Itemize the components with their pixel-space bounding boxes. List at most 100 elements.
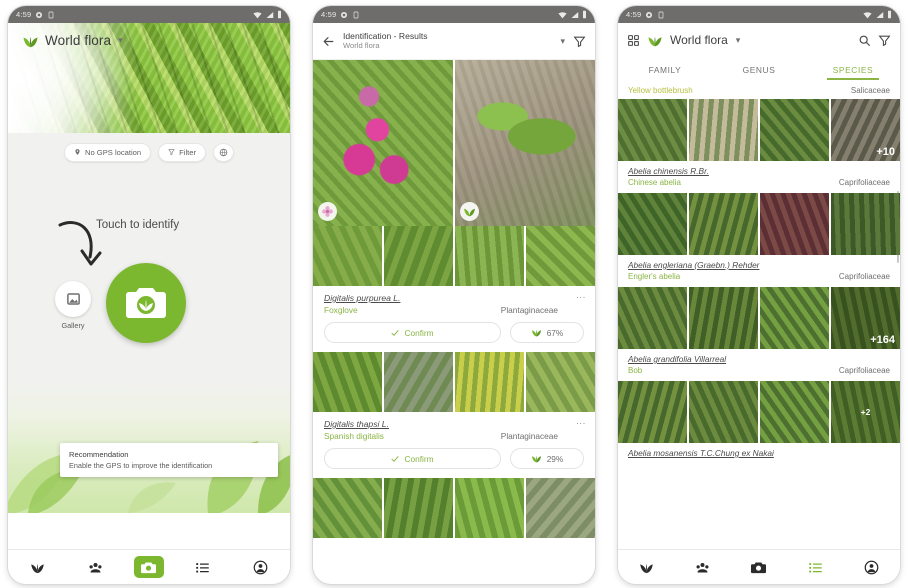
thumbnail[interactable]: [526, 352, 595, 412]
app-icon: [49, 11, 54, 18]
account-icon: [253, 560, 268, 574]
thumbnail[interactable]: [455, 478, 524, 538]
result-family: Plantaginaceae: [500, 431, 558, 441]
thumbnail[interactable]: [313, 478, 382, 538]
species-image[interactable]: [689, 287, 758, 349]
thumbnail[interactable]: [455, 352, 524, 412]
brand-title: World flora: [670, 33, 728, 47]
thumbnail[interactable]: [526, 478, 595, 538]
confirm-button[interactable]: Confirm: [324, 448, 501, 469]
thumbnail[interactable]: [313, 226, 382, 286]
recommendation-snackbar[interactable]: Recommendation Enable the GPS to improve…: [60, 443, 278, 477]
plant-logo-icon: [23, 36, 38, 47]
back-arrow-icon[interactable]: [322, 35, 335, 48]
nav-profile-tab[interactable]: [852, 554, 892, 580]
plant-logo-icon: [648, 36, 662, 46]
location-pin-icon: [75, 149, 80, 155]
thumbnail[interactable]: [384, 478, 453, 538]
result-scientific-name[interactable]: Digitalis thapsi L.: [324, 419, 389, 429]
nav-list-tab[interactable]: [795, 554, 835, 580]
nav-profile-tab[interactable]: [241, 554, 281, 580]
thumbnail[interactable]: [384, 352, 453, 412]
species-image[interactable]: [689, 193, 758, 255]
species-image[interactable]: [689, 381, 758, 443]
species-meta-row: Engler's abelia Caprifoliaceae: [628, 272, 890, 281]
tab-family[interactable]: FAMILY: [618, 65, 712, 75]
nav-list-tab[interactable]: [182, 554, 222, 580]
gallery-button[interactable]: Gallery: [55, 281, 91, 330]
species-image-row: +10: [618, 99, 900, 161]
nav-community-tab[interactable]: [683, 554, 723, 580]
world-chip[interactable]: [213, 142, 234, 162]
brand-row[interactable]: World flora ▾: [22, 33, 123, 48]
tab-species[interactable]: SPECIES: [806, 65, 900, 80]
camera-button[interactable]: [106, 263, 186, 343]
results-top-bar: Identification - Results World flora ▾: [313, 23, 595, 60]
species-image[interactable]: [760, 381, 829, 443]
nav-community-tab[interactable]: [76, 554, 116, 580]
plant-icon: [639, 563, 653, 573]
species-item[interactable]: +2 Abelia mosanensis T.C.Chung ex Nakai: [618, 381, 900, 464]
species-item[interactable]: +164 Abelia grandifolia Villarreal Bob C…: [618, 287, 900, 381]
result-action-row: Confirm 29%: [324, 448, 584, 469]
species-image[interactable]: [760, 287, 829, 349]
grid-icon[interactable]: [627, 34, 640, 47]
chevron-down-icon[interactable]: ▾: [736, 35, 741, 46]
confirm-label: Confirm: [404, 453, 434, 464]
species-image[interactable]: +164: [831, 287, 900, 349]
species-common-name: Engler's abelia: [628, 272, 681, 281]
species-scientific-name[interactable]: Abelia engleriana (Graebn.) Rehder: [628, 260, 890, 270]
status-bar-right: [253, 10, 282, 19]
query-photo-flower[interactable]: [313, 60, 453, 226]
species-text: Abelia grandifolia Villarreal Bob Caprif…: [618, 349, 900, 381]
nav-camera-tab[interactable]: [133, 556, 164, 578]
species-scientific-name[interactable]: Abelia chinensis R.Br.: [628, 166, 890, 176]
result-head: Digitalis purpurea L. ⋮: [324, 293, 586, 303]
species-scientific-name[interactable]: Abelia mosanensis T.C.Chung ex Nakai: [628, 448, 890, 458]
leaf-icon: [464, 208, 475, 217]
species-image[interactable]: [689, 99, 758, 161]
chevron-down-icon[interactable]: ▾: [560, 36, 565, 47]
thumbnail[interactable]: [455, 226, 524, 286]
species-family: Caprifoliaceae: [838, 272, 890, 281]
overflow-menu-icon[interactable]: ⋮: [576, 419, 586, 428]
filter-chip[interactable]: Filter: [158, 142, 206, 162]
thumbnail[interactable]: [313, 352, 382, 412]
species-image[interactable]: [831, 193, 900, 255]
species-image[interactable]: [618, 381, 687, 443]
score-badge[interactable]: 29%: [510, 448, 584, 469]
species-family: Caprifoliaceae: [838, 366, 890, 375]
tab-genus[interactable]: GENUS: [712, 65, 806, 75]
overflow-menu-icon[interactable]: ⋮: [576, 293, 586, 302]
battery-icon: [278, 10, 281, 19]
gps-chip[interactable]: No GPS location: [63, 142, 152, 162]
result-scientific-name[interactable]: Digitalis purpurea L.: [324, 293, 400, 303]
result-card[interactable]: Digitalis purpurea L. ⋮ Foxglove Plantag…: [313, 286, 595, 352]
confirm-button[interactable]: Confirm: [324, 322, 501, 343]
filter-icon[interactable]: [573, 35, 586, 48]
species-image[interactable]: [618, 193, 687, 255]
nav-plant-tab[interactable]: [626, 554, 666, 580]
chevron-down-icon[interactable]: ▾: [118, 35, 123, 46]
species-image[interactable]: [760, 193, 829, 255]
species-item[interactable]: +10 Abelia chinensis R.Br. Chinese abeli…: [618, 99, 900, 193]
filter-icon[interactable]: [878, 34, 891, 47]
thumbnail[interactable]: [384, 226, 453, 286]
species-text: Abelia mosanensis T.C.Chung ex Nakai: [618, 443, 900, 464]
species-scientific-name[interactable]: Abelia grandifolia Villarreal: [628, 354, 890, 364]
search-icon[interactable]: [858, 34, 871, 47]
species-image[interactable]: +10: [831, 99, 900, 161]
thumbnail[interactable]: [526, 226, 595, 286]
nav-camera-tab[interactable]: [739, 554, 779, 580]
result-card[interactable]: Digitalis thapsi L. ⋮ Spanish digitalis …: [313, 412, 595, 478]
score-value: 29%: [546, 453, 564, 464]
species-image[interactable]: [618, 99, 687, 161]
species-image[interactable]: [760, 99, 829, 161]
species-image[interactable]: [618, 287, 687, 349]
score-badge[interactable]: 67%: [510, 322, 584, 343]
species-item[interactable]: Abelia engleriana (Graebn.) Rehder Engle…: [618, 193, 900, 287]
nav-plant-tab[interactable]: [17, 554, 57, 580]
query-photo-leaf[interactable]: [455, 60, 595, 226]
status-bar-right: [863, 10, 892, 19]
species-image[interactable]: +2: [831, 381, 900, 443]
